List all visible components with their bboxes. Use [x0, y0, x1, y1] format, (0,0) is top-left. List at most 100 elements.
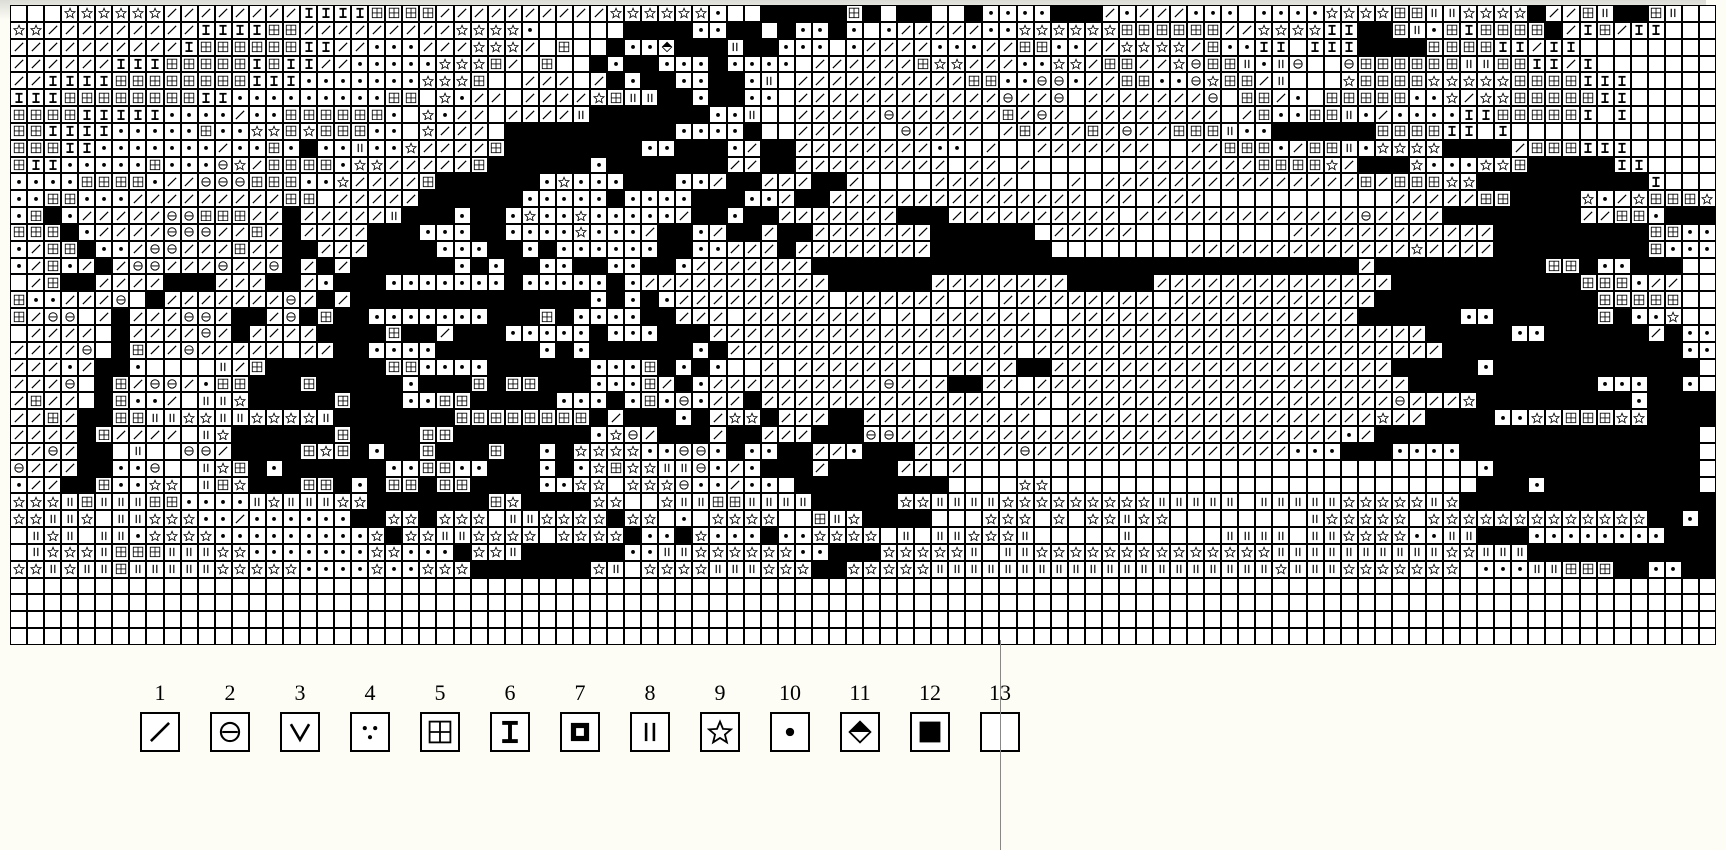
grid-cell — [44, 39, 61, 56]
grid-cell — [1426, 89, 1443, 106]
grid-cell — [897, 578, 914, 595]
grid-cell — [198, 123, 215, 140]
grid-cell — [1528, 274, 1545, 291]
grid-cell — [1443, 611, 1460, 628]
grid-cell — [624, 39, 641, 56]
grid-cell — [1204, 460, 1221, 477]
grid-cell — [1085, 157, 1102, 174]
grid-cell — [556, 56, 573, 73]
grid-cell — [1460, 56, 1477, 73]
grid-cell — [829, 376, 846, 393]
grid-cell — [1562, 443, 1579, 460]
grid-cell — [1034, 359, 1051, 376]
grid-cell — [1426, 325, 1443, 342]
grid-cell — [198, 325, 215, 342]
grid-cell — [505, 376, 522, 393]
grid-cell — [385, 578, 402, 595]
grid-cell — [10, 426, 27, 443]
grid-cell — [1187, 544, 1204, 561]
grid-cell — [1085, 291, 1102, 308]
grid-cell — [1255, 493, 1272, 510]
grid-cell — [1034, 123, 1051, 140]
grid-cell — [1494, 611, 1511, 628]
grid-cell — [317, 460, 334, 477]
grid-cell — [1682, 342, 1699, 359]
grid-cell — [675, 493, 692, 510]
grid-cell — [1614, 628, 1631, 645]
grid-cell — [1136, 544, 1153, 561]
grid-cell — [27, 241, 44, 258]
grid-cell — [522, 342, 539, 359]
grid-cell — [1580, 224, 1597, 241]
grid-cell — [249, 325, 266, 342]
grid-cell — [999, 56, 1016, 73]
grid-cell — [880, 477, 897, 494]
grid-cell — [573, 190, 590, 207]
grid-cell — [897, 611, 914, 628]
grid-cell — [1699, 274, 1716, 291]
grid-cell — [1477, 308, 1494, 325]
grid-cell — [1221, 426, 1238, 443]
grid-cell — [1289, 561, 1306, 578]
grid-cell — [522, 325, 539, 342]
grid-cell — [181, 359, 198, 376]
grid-cell — [112, 376, 129, 393]
grid-cell — [727, 443, 744, 460]
grid-cell — [539, 224, 556, 241]
grid-cell — [1034, 72, 1051, 89]
grid-cell — [914, 308, 931, 325]
grid-cell — [897, 392, 914, 409]
grid-cell — [761, 510, 778, 527]
grid-cell — [1272, 342, 1289, 359]
grid-cell — [505, 594, 522, 611]
grid-cell — [880, 241, 897, 258]
grid-cell — [624, 106, 641, 123]
grid-cell — [1255, 241, 1272, 258]
grid-cell — [1085, 207, 1102, 224]
grid-cell — [232, 493, 249, 510]
grid-cell — [1255, 426, 1272, 443]
grid-cell — [1375, 106, 1392, 123]
grid-cell — [744, 241, 761, 258]
grid-cell — [624, 628, 641, 645]
grid-cell — [368, 308, 385, 325]
grid-cell — [931, 190, 948, 207]
grid-cell — [761, 39, 778, 56]
grid-cell — [914, 140, 931, 157]
grid-cell — [1051, 359, 1068, 376]
grid-cell — [1375, 510, 1392, 527]
grid-cell — [1426, 157, 1443, 174]
grid-cell — [283, 342, 300, 359]
grid-cell — [1648, 611, 1665, 628]
grid-cell — [1648, 578, 1665, 595]
grid-cell — [948, 308, 965, 325]
grid-cell — [78, 207, 95, 224]
grid-cell — [249, 123, 266, 140]
grid-cell — [1255, 460, 1272, 477]
grid-cell — [641, 106, 658, 123]
grid-cell — [198, 157, 215, 174]
grid-cell — [727, 39, 744, 56]
grid-cell — [402, 39, 419, 56]
grid-cell — [181, 342, 198, 359]
grid-cell — [95, 140, 112, 157]
grid-cell — [129, 224, 146, 241]
grid-cell — [914, 376, 931, 393]
grid-cell — [1562, 157, 1579, 174]
grid-cell — [129, 258, 146, 275]
grid-cell — [1085, 241, 1102, 258]
grid-cell — [1187, 157, 1204, 174]
grid-cell — [675, 409, 692, 426]
grid-cell — [334, 224, 351, 241]
grid-cell — [249, 376, 266, 393]
grid-cell — [78, 611, 95, 628]
grid-cell — [164, 140, 181, 157]
grid-cell — [761, 190, 778, 207]
grid-cell — [1324, 241, 1341, 258]
grid-cell — [232, 578, 249, 595]
grid-cell — [692, 325, 709, 342]
grid-cell — [1648, 207, 1665, 224]
grid-cell — [795, 460, 812, 477]
grid-cell — [436, 460, 453, 477]
grid-cell — [573, 207, 590, 224]
